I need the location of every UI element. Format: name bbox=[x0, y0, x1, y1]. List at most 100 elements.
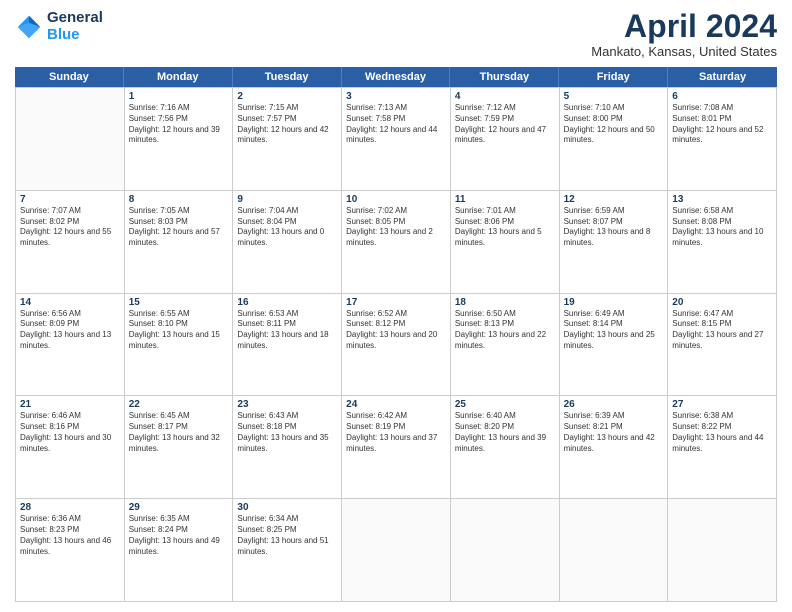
logo-icon bbox=[15, 13, 43, 41]
cal-row: 14Sunrise: 6:56 AMSunset: 8:09 PMDayligh… bbox=[16, 294, 777, 397]
cal-row: 7Sunrise: 7:07 AMSunset: 8:02 PMDaylight… bbox=[16, 191, 777, 294]
cell-date: 28 bbox=[20, 502, 120, 513]
cell-info: Sunrise: 6:34 AMSunset: 8:25 PMDaylight:… bbox=[237, 514, 337, 557]
cell-info: Sunrise: 6:52 AMSunset: 8:12 PMDaylight:… bbox=[346, 309, 446, 352]
cal-cell: 8Sunrise: 7:05 AMSunset: 8:03 PMDaylight… bbox=[125, 191, 234, 294]
cell-info: Sunrise: 7:16 AMSunset: 7:56 PMDaylight:… bbox=[129, 103, 229, 146]
cell-info: Sunrise: 6:46 AMSunset: 8:16 PMDaylight:… bbox=[20, 411, 120, 454]
cell-info: Sunrise: 6:40 AMSunset: 8:20 PMDaylight:… bbox=[455, 411, 555, 454]
cell-date: 3 bbox=[346, 91, 446, 102]
cell-info: Sunrise: 6:39 AMSunset: 8:21 PMDaylight:… bbox=[564, 411, 664, 454]
cell-info: Sunrise: 6:43 AMSunset: 8:18 PMDaylight:… bbox=[237, 411, 337, 454]
cell-date: 30 bbox=[237, 502, 337, 513]
title-section: April 2024 Mankato, Kansas, United State… bbox=[591, 10, 777, 59]
cell-info: Sunrise: 7:10 AMSunset: 8:00 PMDaylight:… bbox=[564, 103, 664, 146]
cell-info: Sunrise: 6:45 AMSunset: 8:17 PMDaylight:… bbox=[129, 411, 229, 454]
cell-date: 17 bbox=[346, 297, 446, 308]
cell-date: 21 bbox=[20, 399, 120, 410]
day-header-thursday: Thursday bbox=[450, 67, 559, 87]
cal-cell bbox=[16, 88, 125, 191]
day-header-tuesday: Tuesday bbox=[233, 67, 342, 87]
cell-info: Sunrise: 6:53 AMSunset: 8:11 PMDaylight:… bbox=[237, 309, 337, 352]
cell-info: Sunrise: 6:56 AMSunset: 8:09 PMDaylight:… bbox=[20, 309, 120, 352]
cal-row: 21Sunrise: 6:46 AMSunset: 8:16 PMDayligh… bbox=[16, 396, 777, 499]
cell-date: 16 bbox=[237, 297, 337, 308]
cell-info: Sunrise: 7:02 AMSunset: 8:05 PMDaylight:… bbox=[346, 206, 446, 249]
cell-info: Sunrise: 6:58 AMSunset: 8:08 PMDaylight:… bbox=[672, 206, 772, 249]
day-header-monday: Monday bbox=[124, 67, 233, 87]
cell-date: 22 bbox=[129, 399, 229, 410]
cal-cell: 1Sunrise: 7:16 AMSunset: 7:56 PMDaylight… bbox=[125, 88, 234, 191]
calendar-body: 1Sunrise: 7:16 AMSunset: 7:56 PMDaylight… bbox=[15, 87, 777, 602]
cal-cell: 29Sunrise: 6:35 AMSunset: 8:24 PMDayligh… bbox=[125, 499, 234, 602]
day-header-saturday: Saturday bbox=[668, 67, 777, 87]
cell-date: 25 bbox=[455, 399, 555, 410]
cell-info: Sunrise: 6:55 AMSunset: 8:10 PMDaylight:… bbox=[129, 309, 229, 352]
cal-cell: 23Sunrise: 6:43 AMSunset: 8:18 PMDayligh… bbox=[233, 396, 342, 499]
month-title: April 2024 bbox=[591, 10, 777, 42]
cal-cell: 5Sunrise: 7:10 AMSunset: 8:00 PMDaylight… bbox=[560, 88, 669, 191]
cell-date: 8 bbox=[129, 194, 229, 205]
cal-row: 28Sunrise: 6:36 AMSunset: 8:23 PMDayligh… bbox=[16, 499, 777, 602]
cal-cell: 14Sunrise: 6:56 AMSunset: 8:09 PMDayligh… bbox=[16, 294, 125, 397]
cal-cell: 15Sunrise: 6:55 AMSunset: 8:10 PMDayligh… bbox=[125, 294, 234, 397]
cell-date: 2 bbox=[237, 91, 337, 102]
cal-cell: 20Sunrise: 6:47 AMSunset: 8:15 PMDayligh… bbox=[668, 294, 777, 397]
cell-date: 6 bbox=[672, 91, 772, 102]
cal-cell: 6Sunrise: 7:08 AMSunset: 8:01 PMDaylight… bbox=[668, 88, 777, 191]
cal-cell bbox=[342, 499, 451, 602]
header: General Blue April 2024 Mankato, Kansas,… bbox=[15, 10, 777, 59]
logo-text: General Blue bbox=[47, 10, 103, 43]
cal-cell: 11Sunrise: 7:01 AMSunset: 8:06 PMDayligh… bbox=[451, 191, 560, 294]
cal-cell: 7Sunrise: 7:07 AMSunset: 8:02 PMDaylight… bbox=[16, 191, 125, 294]
calendar-header: SundayMondayTuesdayWednesdayThursdayFrid… bbox=[15, 67, 777, 87]
cell-info: Sunrise: 6:36 AMSunset: 8:23 PMDaylight:… bbox=[20, 514, 120, 557]
cal-cell bbox=[560, 499, 669, 602]
cell-info: Sunrise: 6:42 AMSunset: 8:19 PMDaylight:… bbox=[346, 411, 446, 454]
day-header-wednesday: Wednesday bbox=[342, 67, 451, 87]
cell-date: 24 bbox=[346, 399, 446, 410]
cell-date: 7 bbox=[20, 194, 120, 205]
cal-cell bbox=[668, 499, 777, 602]
logo-line2: Blue bbox=[47, 26, 80, 43]
cell-date: 12 bbox=[564, 194, 664, 205]
cell-date: 4 bbox=[455, 91, 555, 102]
cal-cell: 30Sunrise: 6:34 AMSunset: 8:25 PMDayligh… bbox=[233, 499, 342, 602]
cal-cell: 16Sunrise: 6:53 AMSunset: 8:11 PMDayligh… bbox=[233, 294, 342, 397]
page: General Blue April 2024 Mankato, Kansas,… bbox=[0, 0, 792, 612]
cell-date: 20 bbox=[672, 297, 772, 308]
cal-cell: 19Sunrise: 6:49 AMSunset: 8:14 PMDayligh… bbox=[560, 294, 669, 397]
cell-date: 10 bbox=[346, 194, 446, 205]
cell-info: Sunrise: 6:47 AMSunset: 8:15 PMDaylight:… bbox=[672, 309, 772, 352]
cell-date: 5 bbox=[564, 91, 664, 102]
cal-cell: 13Sunrise: 6:58 AMSunset: 8:08 PMDayligh… bbox=[668, 191, 777, 294]
cell-info: Sunrise: 7:15 AMSunset: 7:57 PMDaylight:… bbox=[237, 103, 337, 146]
cell-date: 15 bbox=[129, 297, 229, 308]
cell-info: Sunrise: 7:13 AMSunset: 7:58 PMDaylight:… bbox=[346, 103, 446, 146]
day-header-friday: Friday bbox=[559, 67, 668, 87]
cell-info: Sunrise: 6:38 AMSunset: 8:22 PMDaylight:… bbox=[672, 411, 772, 454]
location: Mankato, Kansas, United States bbox=[591, 44, 777, 59]
cell-info: Sunrise: 7:12 AMSunset: 7:59 PMDaylight:… bbox=[455, 103, 555, 146]
cal-cell: 18Sunrise: 6:50 AMSunset: 8:13 PMDayligh… bbox=[451, 294, 560, 397]
cell-info: Sunrise: 7:08 AMSunset: 8:01 PMDaylight:… bbox=[672, 103, 772, 146]
cal-row: 1Sunrise: 7:16 AMSunset: 7:56 PMDaylight… bbox=[16, 88, 777, 191]
day-header-sunday: Sunday bbox=[15, 67, 124, 87]
cal-cell: 3Sunrise: 7:13 AMSunset: 7:58 PMDaylight… bbox=[342, 88, 451, 191]
cal-cell: 22Sunrise: 6:45 AMSunset: 8:17 PMDayligh… bbox=[125, 396, 234, 499]
cell-date: 29 bbox=[129, 502, 229, 513]
cal-cell: 12Sunrise: 6:59 AMSunset: 8:07 PMDayligh… bbox=[560, 191, 669, 294]
cal-cell: 2Sunrise: 7:15 AMSunset: 7:57 PMDaylight… bbox=[233, 88, 342, 191]
cell-info: Sunrise: 6:35 AMSunset: 8:24 PMDaylight:… bbox=[129, 514, 229, 557]
logo-line1: General bbox=[47, 9, 103, 26]
cal-cell: 21Sunrise: 6:46 AMSunset: 8:16 PMDayligh… bbox=[16, 396, 125, 499]
logo: General Blue bbox=[15, 10, 103, 43]
cell-date: 18 bbox=[455, 297, 555, 308]
cal-cell: 9Sunrise: 7:04 AMSunset: 8:04 PMDaylight… bbox=[233, 191, 342, 294]
cell-date: 9 bbox=[237, 194, 337, 205]
cal-cell: 4Sunrise: 7:12 AMSunset: 7:59 PMDaylight… bbox=[451, 88, 560, 191]
cell-info: Sunrise: 7:05 AMSunset: 8:03 PMDaylight:… bbox=[129, 206, 229, 249]
cell-info: Sunrise: 6:50 AMSunset: 8:13 PMDaylight:… bbox=[455, 309, 555, 352]
cal-cell: 27Sunrise: 6:38 AMSunset: 8:22 PMDayligh… bbox=[668, 396, 777, 499]
cell-info: Sunrise: 6:59 AMSunset: 8:07 PMDaylight:… bbox=[564, 206, 664, 249]
